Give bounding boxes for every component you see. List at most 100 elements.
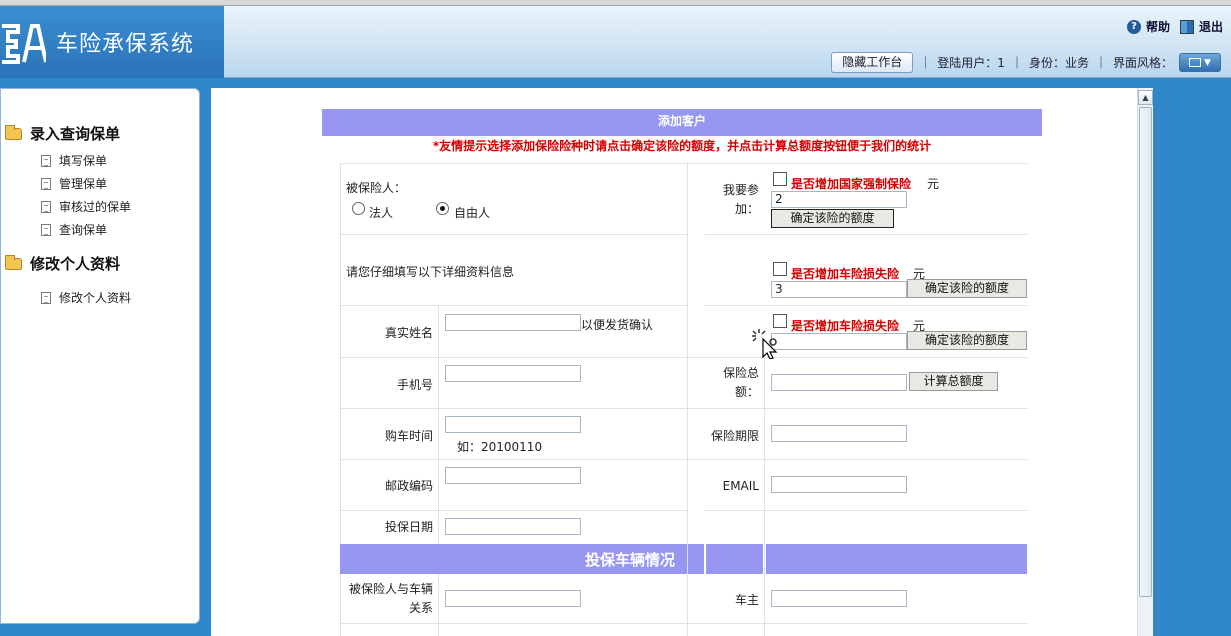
insure-date-input[interactable] xyxy=(445,518,581,535)
logo-icon xyxy=(2,24,46,64)
period-input[interactable] xyxy=(771,425,907,442)
header-links: ? 帮助 退出 xyxy=(1126,18,1223,35)
folder-icon xyxy=(5,124,22,140)
divider xyxy=(705,510,1027,511)
sidebar-item-label: 管理保单 xyxy=(59,177,108,191)
owner-input[interactable] xyxy=(771,590,907,607)
purchase-time-label: 购车时间 xyxy=(384,429,433,443)
real-name-input[interactable] xyxy=(445,314,581,331)
chevron-down-icon: ▼ xyxy=(1204,57,1211,68)
login-user: 登陆用户：1 xyxy=(937,56,1005,70)
divider xyxy=(340,357,1027,358)
section-bar xyxy=(766,544,1027,574)
document-icon xyxy=(41,177,51,190)
damage-label: 是否增加车险损失险 xyxy=(791,267,900,281)
damage2-amount-input[interactable] xyxy=(771,333,907,350)
sidebar-item-edit-profile[interactable]: 修改个人资料 xyxy=(41,289,131,306)
header-toolbar: 隐藏工作台 ｜ 登陆用户：1 ｜ 身份：业务 ｜ 界面风格： ▼ xyxy=(831,52,1221,73)
sidebar-item-label: 查询保单 xyxy=(59,223,108,237)
unit-label: 元 xyxy=(927,177,940,191)
exit-link[interactable]: 退出 xyxy=(1179,18,1223,35)
postal-code-input[interactable] xyxy=(445,467,581,484)
sidebar-item-manage-policy[interactable]: 管理保单 xyxy=(41,175,107,192)
hide-workbench-button[interactable]: 隐藏工作台 xyxy=(831,52,914,73)
separator: ｜ xyxy=(1010,56,1023,70)
relation-label: 被保险人与车辆关系 xyxy=(348,582,433,615)
sidebar-item-fill-policy[interactable]: 填写保单 xyxy=(41,152,107,169)
purchase-time-example: 如：20100110 xyxy=(457,440,543,454)
confirm-damage2-button[interactable]: 确定该险的额度 xyxy=(907,331,1027,350)
real-name-suffix: 以便发货确认 xyxy=(581,318,654,332)
relation-input[interactable] xyxy=(445,590,581,607)
ui-style-dropdown[interactable]: ▼ xyxy=(1179,53,1221,72)
help-link[interactable]: ? 帮助 xyxy=(1126,18,1170,35)
vertical-scrollbar[interactable]: ▲ xyxy=(1137,88,1153,636)
divider xyxy=(340,510,687,511)
logo-area: 车险承保系统 xyxy=(0,6,224,78)
sidebar: 录入查询保单 填写保单 管理保单 审核过的保单 查询保单 修改个人资料 修改个人… xyxy=(0,88,200,624)
mobile-input[interactable] xyxy=(445,365,581,382)
separator: ｜ xyxy=(1094,56,1107,70)
period-label: 保险期限 xyxy=(710,429,759,443)
divider xyxy=(340,459,1027,460)
insured-label: 被保险人： xyxy=(346,181,407,195)
separator: ｜ xyxy=(919,56,932,70)
calc-total-button[interactable]: 计算总额度 xyxy=(909,372,998,391)
email-input[interactable] xyxy=(771,476,907,493)
sidebar-group-policy[interactable]: 录入查询保单 xyxy=(5,123,120,144)
ui-style-label: 界面风格： xyxy=(1112,56,1173,70)
compulsory-amount-input[interactable]: 2 xyxy=(771,191,907,208)
divider xyxy=(340,234,687,235)
compulsory-checkbox[interactable] xyxy=(773,172,787,186)
postal-code-label: 邮政编码 xyxy=(384,479,433,493)
sidebar-group-profile[interactable]: 修改个人资料 xyxy=(5,253,120,274)
sidebar-group-label: 录入查询保单 xyxy=(30,125,121,143)
sidebar-item-label: 审核过的保单 xyxy=(59,200,132,214)
sidebar-item-approved-policy[interactable]: 审核过的保单 xyxy=(41,198,131,215)
divider xyxy=(705,234,1027,235)
help-label: 帮助 xyxy=(1145,20,1170,34)
confirm-compulsory-button[interactable]: 确定该险的额度 xyxy=(771,209,894,228)
natural-person-label: 自由人 xyxy=(454,206,491,220)
want-join-label: 我要参加： xyxy=(722,183,759,216)
app-title: 车险承保系统 xyxy=(56,32,195,57)
vehicle-section-title: 投保车辆情况 xyxy=(585,551,676,569)
sidebar-item-label: 填写保单 xyxy=(59,154,108,168)
legal-person-radio[interactable] xyxy=(352,202,365,215)
form-title: 添加客户 xyxy=(322,109,1042,136)
app-header: 车险承保系统 ? 帮助 退出 隐藏工作台 ｜ 登陆用户：1 ｜ 身份：业务 ｜ … xyxy=(0,6,1231,78)
insure-date-label: 投保日期 xyxy=(384,520,433,534)
busy-cursor-icon xyxy=(752,329,778,359)
divider xyxy=(340,408,1027,409)
owner-label: 车主 xyxy=(734,593,759,607)
damage-checkbox[interactable] xyxy=(773,262,787,276)
document-icon xyxy=(41,200,51,213)
purchase-time-input[interactable] xyxy=(445,416,581,433)
confirm-damage-button[interactable]: 确定该险的额度 xyxy=(907,279,1027,298)
detail-hint: 请您仔细填写以下详细资料信息 xyxy=(346,265,515,279)
total-amount-input[interactable] xyxy=(771,374,907,391)
section-bar xyxy=(706,544,763,574)
document-icon xyxy=(41,291,51,304)
document-icon xyxy=(41,223,51,236)
compulsory-label: 是否增加国家强制保险 xyxy=(791,177,912,191)
divider xyxy=(340,623,1027,624)
divider xyxy=(340,305,687,306)
real-name-label: 真实姓名 xyxy=(384,326,433,340)
total-label: 保险总额： xyxy=(722,366,759,399)
damage2-label: 是否增加车险损失险 xyxy=(791,319,900,333)
user-role: 身份：业务 xyxy=(1028,56,1089,70)
natural-person-radio[interactable] xyxy=(436,202,449,215)
exit-label: 退出 xyxy=(1198,20,1223,34)
damage-amount-input[interactable]: 3 xyxy=(771,281,907,298)
window-icon xyxy=(1189,58,1202,67)
document-icon xyxy=(41,154,51,167)
section-bar xyxy=(688,544,704,574)
scroll-up-icon[interactable]: ▲ xyxy=(1138,90,1153,105)
sidebar-item-query-policy[interactable]: 查询保单 xyxy=(41,221,107,238)
sidebar-group-label: 修改个人资料 xyxy=(30,255,121,273)
divider xyxy=(438,305,439,636)
folder-icon xyxy=(5,254,22,270)
scroll-thumb[interactable] xyxy=(1139,107,1152,597)
damage2-checkbox[interactable] xyxy=(773,314,787,328)
